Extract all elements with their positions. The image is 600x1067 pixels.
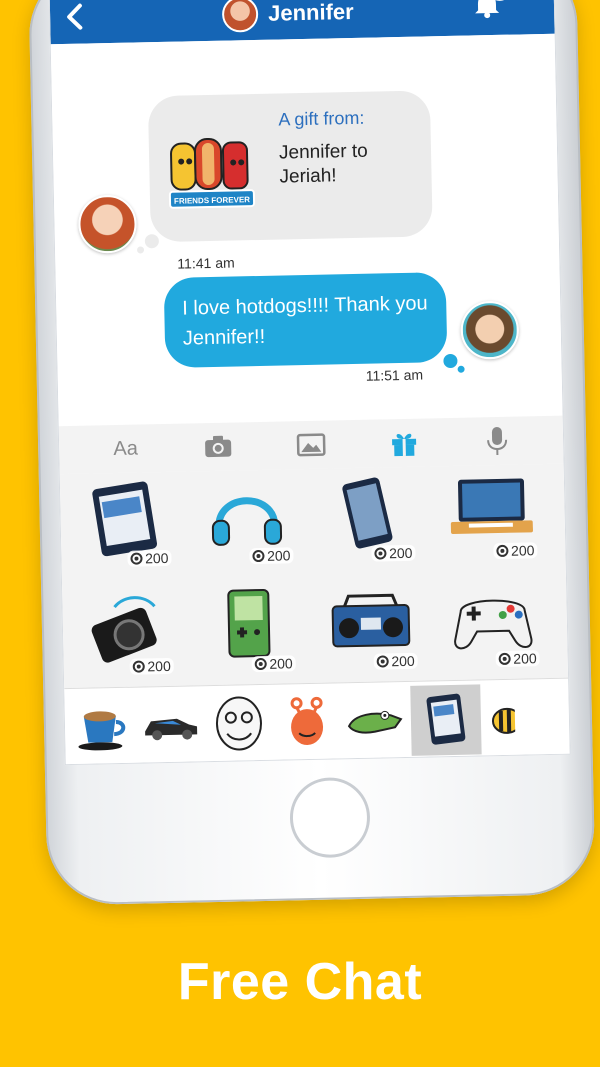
- bubble-tail: [443, 353, 458, 369]
- message-timestamp: 11:41 am: [177, 254, 235, 272]
- sticker-item[interactable]: 200: [312, 469, 426, 569]
- coin-icon: [130, 552, 143, 565]
- sticker-price: 200: [126, 549, 172, 567]
- coin-icon: [251, 549, 265, 563]
- phone-sticker: [342, 477, 393, 549]
- chevron-left-icon[interactable]: [62, 3, 89, 30]
- image-icon[interactable]: [294, 428, 329, 463]
- sticker-item[interactable]: 200: [190, 471, 304, 571]
- gamepad-sticker: [454, 599, 533, 650]
- pack-tablet-selected[interactable]: [410, 684, 482, 756]
- pack-bee[interactable]: [484, 683, 527, 754]
- gameboy-sticker: [227, 588, 271, 658]
- coin-icon: [373, 547, 387, 560]
- laptop-sticker: [450, 478, 533, 534]
- app-screen: Jennifer 5 FRIENDS FOREVER A gift: [48, 0, 571, 766]
- boombox-sticker: [331, 593, 411, 648]
- contact-name: Jennifer: [267, 0, 354, 26]
- coin-icon: [498, 652, 511, 666]
- contact-info[interactable]: Jennifer: [221, 0, 354, 33]
- home-button[interactable]: [289, 776, 371, 859]
- bee-icon: [491, 707, 516, 734]
- sticker-item[interactable]: 200: [434, 466, 548, 566]
- gift-text: Jennifer to Jeriah!: [278, 140, 368, 188]
- sticker-price: 200: [251, 655, 296, 673]
- text-format-icon[interactable]: Aa: [108, 431, 143, 466]
- pack-monster[interactable]: [274, 687, 339, 758]
- my-avatar[interactable]: [460, 300, 520, 360]
- price-value: 200: [388, 544, 413, 562]
- gift-icon[interactable]: [387, 426, 422, 461]
- monster-icon: [290, 696, 324, 746]
- pack-coffee[interactable]: [70, 692, 135, 763]
- sticker-price: 200: [492, 542, 538, 560]
- sticker-item[interactable]: 200: [314, 577, 428, 677]
- sticker-price: 200: [373, 652, 418, 670]
- sticker-item[interactable]: 200: [70, 582, 184, 682]
- gift-title: A gift from:: [278, 107, 365, 130]
- chat-area: FRIENDS FOREVER A gift from: Jennifer to…: [50, 33, 563, 427]
- coin-icon: [495, 544, 509, 558]
- price-value: 200: [144, 549, 169, 567]
- pack-meme[interactable]: [206, 689, 271, 760]
- price-value: 200: [513, 650, 537, 667]
- coin-icon: [132, 660, 145, 673]
- my-message-bubble[interactable]: I love hotdogs!!!! Thank you Jennifer!!: [163, 272, 448, 368]
- meme-face-icon: [215, 696, 262, 751]
- bell-icon[interactable]: [470, 0, 505, 19]
- price-value: 200: [147, 657, 171, 675]
- car-icon: [145, 718, 198, 741]
- microphone-icon[interactable]: [479, 424, 514, 459]
- message-timestamp: 11:51 am: [365, 366, 424, 384]
- crocodile-icon: [347, 710, 403, 734]
- sticker-price: 200: [129, 657, 174, 675]
- hotdog-friends-sticker: FRIENDS FOREVER: [168, 137, 256, 209]
- sticker-item[interactable]: 200: [436, 574, 550, 674]
- coffee-icon: [78, 711, 126, 751]
- headphones-sticker: [211, 497, 283, 546]
- sticker-price: 200: [370, 544, 416, 562]
- sticker-price: 200: [248, 547, 294, 565]
- coin-icon: [376, 655, 389, 668]
- pack-car[interactable]: [138, 690, 203, 761]
- bubble-tail: [136, 246, 145, 254]
- promo-caption: Free Chat: [177, 953, 423, 1011]
- jennifer-avatar[interactable]: [77, 194, 138, 254]
- text-format-label: Aa: [113, 437, 139, 460]
- sticker-item[interactable]: 200: [68, 474, 182, 574]
- price-value: 200: [269, 655, 293, 672]
- gift-message-bubble[interactable]: FRIENDS FOREVER A gift from: Jennifer to…: [147, 90, 433, 243]
- camera-icon[interactable]: [201, 430, 236, 465]
- phone-frame: Jennifer 5 FRIENDS FOREVER A gift: [28, 0, 596, 906]
- tablet-sticker: [92, 481, 158, 557]
- price-value: 200: [391, 652, 415, 670]
- price-value: 200: [266, 547, 291, 564]
- bubble-tail: [457, 365, 465, 373]
- sticker-item[interactable]: 200: [192, 579, 306, 679]
- contact-avatar: [221, 0, 259, 33]
- sticker-pack-tray: [64, 677, 570, 766]
- message-text: I love hotdogs!!!! Thank you Jennifer!!: [182, 292, 428, 350]
- price-value: 200: [510, 542, 535, 559]
- sticker-caption: FRIENDS FOREVER: [174, 195, 250, 206]
- bubble-tail: [144, 234, 160, 249]
- sticker-grid: 200 200 200 200 200 200 200 200: [59, 463, 569, 689]
- pack-crocodile[interactable]: [342, 686, 407, 757]
- coin-icon: [254, 657, 267, 671]
- tablet-icon: [426, 693, 466, 745]
- camera-sticker: [91, 596, 157, 663]
- sticker-price: 200: [495, 650, 540, 668]
